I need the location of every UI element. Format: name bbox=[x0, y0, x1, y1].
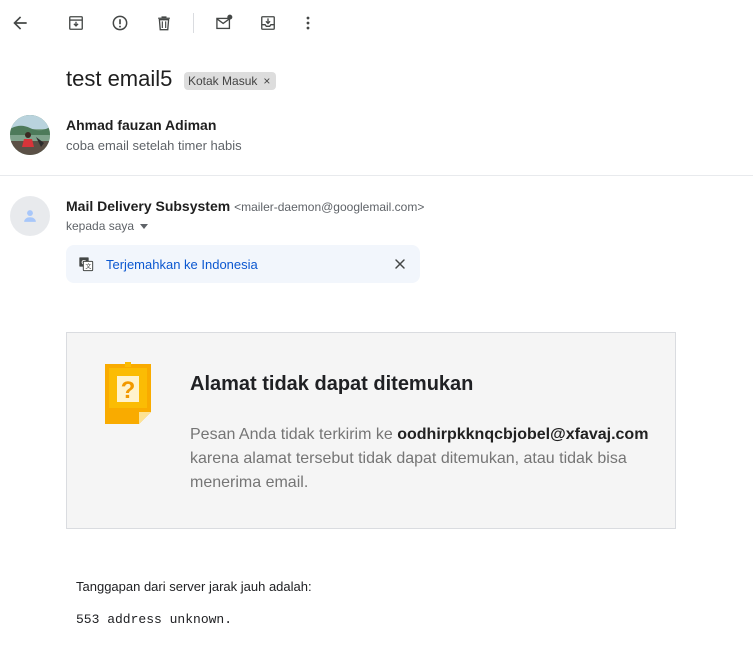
move-to-button[interactable] bbox=[252, 7, 284, 39]
more-options-button[interactable] bbox=[292, 7, 324, 39]
sender-email: <mailer-daemon@googlemail.com> bbox=[234, 200, 425, 214]
bounce-address: oodhirpkknqcbjobel@xfavaj.com bbox=[397, 426, 649, 443]
back-button[interactable] bbox=[4, 7, 36, 39]
profile-photo-icon bbox=[10, 115, 50, 155]
label-chip-inbox[interactable]: Kotak Masuk × bbox=[184, 72, 277, 90]
move-to-icon bbox=[261, 16, 275, 30]
bounce-message: Pesan Anda tidak terkirim ke oodhirpkknq… bbox=[190, 423, 650, 495]
sender-name[interactable]: Mail Delivery Subsystem bbox=[66, 198, 230, 214]
person-icon bbox=[24, 210, 36, 222]
sender-line: Mail Delivery Subsystem <mailer-daemon@g… bbox=[66, 198, 424, 214]
avatar[interactable] bbox=[10, 115, 50, 155]
bounce-title: Alamat tidak dapat ditemukan bbox=[190, 373, 474, 395]
message-snippet[interactable]: coba email setelah timer habis bbox=[66, 138, 242, 153]
avatar[interactable] bbox=[10, 196, 50, 236]
mark-unread-icon bbox=[216, 14, 233, 30]
recipient-details-toggle[interactable]: kepada saya bbox=[66, 219, 149, 233]
label-chip-text: Kotak Masuk bbox=[188, 74, 258, 88]
bounce-body-prefix: Pesan Anda tidak terkirim ke bbox=[190, 426, 398, 443]
label-remove-icon[interactable]: × bbox=[263, 74, 270, 88]
translate-link[interactable]: Terjemahkan ke Indonesia bbox=[106, 257, 258, 272]
archive-button[interactable] bbox=[60, 7, 92, 39]
toolbar-divider bbox=[193, 13, 194, 33]
delete-button[interactable] bbox=[148, 7, 180, 39]
message-divider bbox=[0, 175, 753, 176]
bounce-notice: ? Alamat tidak dapat ditemukan Pesan And… bbox=[66, 332, 676, 529]
bounce-body-suffix: karena alamat tersebut tidak dapat ditem… bbox=[190, 450, 627, 491]
close-icon[interactable] bbox=[392, 256, 408, 272]
archive-icon bbox=[69, 16, 83, 30]
mark-unread-button[interactable] bbox=[208, 7, 240, 39]
recipient-label: kepada saya bbox=[66, 219, 135, 233]
back-arrow-icon bbox=[13, 16, 27, 30]
report-spam-icon bbox=[112, 15, 128, 31]
question-note-icon: ? bbox=[105, 362, 151, 424]
translate-icon: G 文 bbox=[79, 257, 94, 272]
svg-text:?: ? bbox=[121, 377, 136, 404]
translate-bar: G 文 Terjemahkan ke Indonesia bbox=[66, 245, 420, 283]
sender-name[interactable]: Ahmad fauzan Adiman bbox=[66, 117, 216, 133]
remote-response-code: 553 address unknown. bbox=[76, 612, 233, 627]
email-subject: test email5 bbox=[66, 66, 173, 91]
trash-icon bbox=[158, 16, 170, 31]
caret-down-icon bbox=[140, 223, 149, 229]
more-vert-icon bbox=[306, 16, 310, 30]
report-spam-button[interactable] bbox=[104, 7, 136, 39]
remote-response-label: Tanggapan dari server jarak jauh adalah: bbox=[76, 579, 312, 594]
